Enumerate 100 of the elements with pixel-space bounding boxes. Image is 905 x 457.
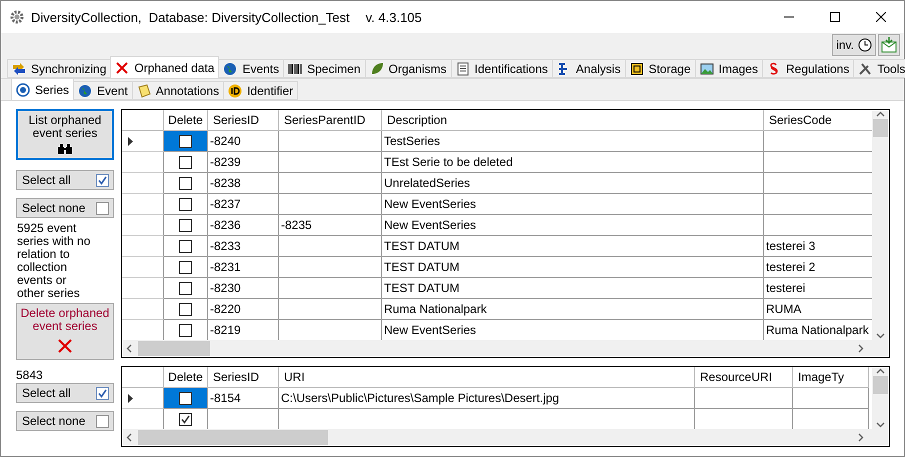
scroll-right-icon[interactable] — [856, 433, 865, 442]
column-header[interactable]: SeriesParentID — [279, 110, 382, 131]
tab[interactable]: Annotations — [132, 81, 224, 100]
mail-download-button[interactable] — [878, 34, 900, 56]
tab[interactable]: Synchronizing — [7, 59, 112, 78]
table-cell: -8220 — [208, 299, 279, 320]
inv-button[interactable]: inv. — [832, 34, 876, 56]
horizontal-scrollbar[interactable] — [122, 429, 889, 446]
table-cell: -8233 — [208, 236, 279, 257]
tab[interactable]: Images — [694, 59, 763, 78]
table-cell: -8235 — [279, 215, 382, 236]
tab[interactable]: Tools — [853, 59, 905, 78]
scroll-up-icon[interactable] — [876, 110, 885, 119]
scrollbar-thumb[interactable] — [138, 341, 210, 356]
checkbox-cell[interactable] — [164, 299, 208, 320]
select-none-button[interactable]: Select none — [16, 198, 114, 218]
checkbox-cell[interactable] — [164, 388, 208, 409]
checkbox-cell[interactable] — [164, 152, 208, 173]
tab[interactable]: Event — [73, 81, 133, 100]
scroll-down-icon[interactable] — [876, 420, 885, 429]
select-none-checkbox[interactable] — [96, 202, 109, 214]
tab[interactable]: Specimen — [283, 59, 366, 78]
column-header[interactable]: SeriesID — [208, 367, 279, 388]
cross-icon — [115, 60, 130, 74]
horizontal-scrollbar[interactable] — [122, 340, 889, 357]
delete-checkbox[interactable] — [179, 134, 192, 148]
close-icon — [876, 12, 886, 22]
table-cell: -8237 — [208, 194, 279, 215]
scroll-left-icon[interactable] — [125, 433, 134, 442]
document-icon — [456, 62, 470, 76]
column-header[interactable]: SeriesID — [208, 110, 279, 131]
table-cell: -8230 — [208, 278, 279, 299]
delete-checkbox[interactable] — [179, 412, 192, 426]
table-cell: -8239 — [208, 152, 279, 173]
select-all-checkbox[interactable] — [96, 386, 109, 400]
select-all-button[interactable]: Select all — [16, 383, 114, 403]
count-text: 5843 — [16, 368, 44, 379]
tab[interactable]: Organisms — [364, 59, 452, 78]
delete-checkbox[interactable] — [179, 198, 192, 210]
checkbox-cell[interactable] — [164, 236, 208, 257]
window-title: DiversityCollection, Database: DiversityCollection_Test — [31, 10, 350, 24]
table-cell: New EventSeries — [382, 215, 764, 236]
delete-checkbox[interactable] — [179, 302, 192, 316]
vertical-scrollbar[interactable] — [872, 110, 889, 340]
current-row-icon — [128, 394, 133, 402]
tab[interactable]: Identifications — [450, 59, 553, 78]
tab[interactable]: Identifier — [223, 81, 298, 100]
column-header[interactable]: URI — [279, 367, 695, 388]
id-badge-icon — [228, 84, 242, 98]
table-cell: -8231 — [208, 257, 279, 278]
select-none-button[interactable]: Select none — [16, 411, 114, 431]
storage-box-icon — [630, 62, 644, 76]
scroll-up-icon[interactable] — [876, 367, 885, 376]
select-none-checkbox[interactable] — [96, 414, 109, 428]
table-cell: TEst Serie to be deleted — [382, 152, 764, 173]
checkbox-cell[interactable] — [164, 215, 208, 236]
tab[interactable]: Series — [11, 78, 74, 100]
tab[interactable]: Events — [218, 59, 284, 78]
delete-checkbox[interactable] — [179, 324, 192, 336]
table-cell: TEST DATUM — [382, 278, 764, 299]
select-all-checkbox[interactable] — [96, 174, 109, 186]
checkbox-cell[interactable] — [164, 131, 208, 152]
gear-icon — [9, 9, 25, 25]
delete-checkbox[interactable] — [179, 282, 192, 294]
sync-arrows-icon — [12, 62, 26, 76]
delete-checkbox[interactable] — [179, 260, 192, 274]
leaf-icon — [370, 62, 384, 76]
maximize-icon — [830, 12, 840, 22]
scroll-left-icon[interactable] — [125, 344, 134, 353]
column-header[interactable]: ImageTy — [793, 367, 869, 388]
tools-icon — [858, 62, 872, 76]
column-header[interactable]: Description — [382, 110, 764, 131]
table-cell: TestSeries — [382, 131, 764, 152]
checkbox-cell[interactable] — [164, 194, 208, 215]
header-corner — [122, 110, 164, 131]
table-cell: TEST DATUM — [382, 257, 764, 278]
scrollbar-thumb[interactable] — [873, 119, 888, 137]
checkbox-cell[interactable] — [164, 257, 208, 278]
tab[interactable]: Regulations — [762, 59, 854, 78]
scrollbar-thumb[interactable] — [138, 430, 328, 445]
column-header[interactable]: ResourceURI — [695, 367, 793, 388]
tab[interactable]: Storage — [624, 59, 696, 78]
tab[interactable]: Analysis — [552, 59, 626, 78]
vertical-scrollbar[interactable] — [872, 367, 889, 429]
delete-checkbox[interactable] — [179, 240, 192, 252]
checkbox-cell[interactable] — [164, 278, 208, 299]
select-all-button[interactable]: Select all — [16, 170, 114, 190]
checkbox-cell[interactable] — [164, 173, 208, 194]
delete-checkbox[interactable] — [179, 156, 192, 168]
table-cell: C:\Users\Public\Pictures\Sample Pictures\Desert.jpg — [279, 388, 695, 409]
list-orphaned-button[interactable]: List orphaned event series — [16, 109, 114, 160]
delete-orphaned-button[interactable]: Delete orphaned event series — [16, 303, 114, 360]
scroll-down-icon[interactable] — [876, 331, 885, 340]
delete-checkbox[interactable] — [179, 176, 192, 190]
scrollbar-thumb[interactable] — [873, 376, 888, 394]
tab[interactable]: Orphaned data — [110, 56, 220, 78]
cross-icon — [58, 339, 72, 353]
delete-checkbox[interactable] — [179, 218, 192, 232]
delete-checkbox[interactable] — [179, 392, 192, 404]
scroll-right-icon[interactable] — [856, 344, 865, 353]
